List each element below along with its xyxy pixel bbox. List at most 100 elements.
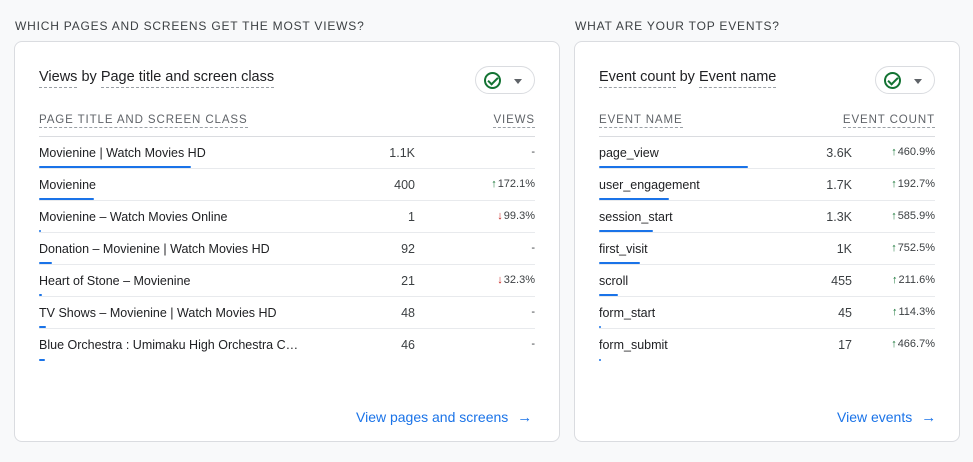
pages-row-change-value: - (531, 338, 535, 350)
pages-row-change: - (531, 242, 535, 254)
events-row-bar (599, 166, 748, 168)
pages-row-name: Blue Orchestra : Umimaku High Orchestra … (39, 338, 299, 352)
events-row-change: ↑466.7% (891, 338, 935, 350)
events-table-row[interactable]: scroll 455 ↑211.6% (599, 265, 935, 297)
events-row-change-value: 211.6% (898, 274, 936, 286)
arrow-down-icon: ↓ (497, 274, 503, 286)
pages-row-value: 48 (401, 306, 415, 320)
pages-row-name: Movienine | Watch Movies HD (39, 146, 206, 160)
arrow-up-icon: ↑ (891, 210, 897, 222)
events-row-value: 1K (836, 242, 852, 256)
events-row-change: ↑192.7% (891, 178, 935, 190)
pages-row-bar (39, 262, 52, 264)
events-status-dropdown[interactable] (875, 66, 935, 94)
pages-row-change: - (531, 146, 535, 158)
events-row-name: scroll (599, 274, 629, 288)
caret-down-icon (914, 79, 922, 84)
events-row-change: ↑460.9% (891, 146, 935, 158)
pages-row-value: 21 (401, 274, 415, 288)
pages-col-name[interactable]: PAGE TITLE AND SCREEN CLASS (39, 114, 248, 128)
events-row-change: ↑585.9% (891, 210, 935, 222)
arrow-up-icon: ↑ (891, 242, 897, 254)
events-dimension-label[interactable]: Event name (698, 69, 777, 88)
pages-row-value: 46 (401, 338, 415, 352)
pages-row-change: ↓32.3% (497, 274, 535, 286)
arrow-right-icon: → (921, 409, 937, 426)
pages-row-name: TV Shows – Movienine | Watch Movies HD (39, 306, 277, 320)
arrow-up-icon: ↑ (892, 306, 898, 318)
pages-table-row[interactable]: TV Shows – Movienine | Watch Movies HD 48… (39, 297, 535, 329)
events-table-header: EVENT NAME EVENT COUNT (599, 112, 935, 137)
pages-row-bar (39, 230, 41, 232)
events-card-title: Event count by Event name (599, 69, 777, 88)
pages-section-heading: WHICH PAGES AND SCREENS GET THE MOST VIE… (15, 19, 365, 33)
events-table-row[interactable]: session_start 1.3K ↑585.9% (599, 201, 935, 233)
pages-row-change-value: 32.3% (503, 274, 535, 286)
events-row-value: 1.7K (826, 178, 852, 192)
events-table-row[interactable]: page_view 3.6K ↑460.9% (599, 137, 935, 169)
pages-row-bar (39, 294, 42, 296)
events-table-row[interactable]: user_engagement 1.7K ↑192.7% (599, 169, 935, 201)
events-row-name: form_start (599, 306, 656, 320)
events-row-change-value: 114.3% (898, 306, 936, 318)
pages-row-change-value: - (531, 146, 535, 158)
pages-card: Views by Page title and screen class PAG… (14, 41, 560, 442)
pages-row-bar (39, 359, 45, 361)
events-by-label: by (679, 69, 695, 85)
pages-row-change-value: - (531, 242, 535, 254)
events-row-name: form_submit (599, 338, 668, 352)
view-pages-label: View pages and screens (356, 409, 509, 425)
pages-table-row[interactable]: Movienine – Watch Movies Online 1 ↓99.3% (39, 201, 535, 233)
events-row-bar (599, 262, 640, 264)
events-row-value: 3.6K (826, 146, 852, 160)
events-col-value[interactable]: EVENT COUNT (842, 114, 935, 128)
view-pages-link[interactable]: View pages and screens → (356, 409, 532, 426)
arrow-down-icon: ↓ (497, 210, 503, 222)
view-events-label: View events (837, 409, 913, 425)
events-table-row[interactable]: first_visit 1K ↑752.5% (599, 233, 935, 265)
events-row-bar (599, 294, 618, 296)
pages-row-change-value: 99.3% (503, 210, 535, 222)
arrow-right-icon: → (517, 409, 533, 426)
pages-metric-label[interactable]: Views (39, 69, 78, 88)
events-section-heading: WHAT ARE YOUR TOP EVENTS? (575, 19, 780, 33)
pages-row-value: 92 (401, 242, 415, 256)
pages-table-row[interactable]: Heart of Stone – Movienine 21 ↓32.3% (39, 265, 535, 297)
arrow-up-icon: ↑ (891, 178, 897, 190)
arrow-up-icon: ↑ (491, 178, 497, 190)
events-row-bar (599, 198, 669, 200)
pages-table-header: PAGE TITLE AND SCREEN CLASS VIEWS (39, 112, 535, 137)
events-table: EVENT NAME EVENT COUNT page_view 3.6K ↑460… (599, 112, 935, 361)
events-col-name[interactable]: EVENT NAME (599, 114, 683, 128)
pages-row-bar (39, 198, 94, 200)
pages-table-row[interactable]: Blue Orchestra : Umimaku High Orchestra … (39, 329, 535, 361)
events-row-value: 455 (831, 274, 852, 288)
pages-row-value: 1 (408, 210, 415, 224)
arrow-up-icon: ↑ (891, 338, 897, 350)
pages-status-dropdown[interactable] (475, 66, 535, 94)
events-row-change: ↑114.3% (892, 306, 935, 318)
events-table-row[interactable]: form_submit 17 ↑466.7% (599, 329, 935, 361)
events-row-change: ↑752.5% (891, 242, 935, 254)
events-row-name: user_engagement (599, 178, 700, 192)
pages-table-row[interactable]: Donation – Movienine | Watch Movies HD 92… (39, 233, 535, 265)
pages-row-value: 1.1K (389, 146, 415, 160)
events-table-row[interactable]: form_start 45 ↑114.3% (599, 297, 935, 329)
events-row-name: session_start (599, 210, 673, 224)
view-events-link[interactable]: View events → (837, 409, 936, 426)
pages-row-name: Donation – Movienine | Watch Movies HD (39, 242, 270, 256)
pages-row-change: - (531, 306, 535, 318)
events-metric-label[interactable]: Event count (599, 69, 676, 88)
pages-row-change-value: - (531, 306, 535, 318)
pages-table-row[interactable]: Movienine | Watch Movies HD 1.1K - (39, 137, 535, 169)
events-row-bar (599, 230, 653, 232)
pages-dimension-label[interactable]: Page title and screen class (100, 69, 275, 88)
pages-table-body: Movienine | Watch Movies HD 1.1K - Movienin… (39, 137, 535, 361)
events-card: Event count by Event name EVENT NAME EVE… (574, 41, 960, 442)
pages-row-name: Movienine – Watch Movies Online (39, 210, 228, 224)
pages-col-value[interactable]: VIEWS (493, 114, 535, 128)
events-row-value: 1.3K (826, 210, 852, 224)
pages-row-change: ↓99.3% (497, 210, 535, 222)
pages-table-row[interactable]: Movienine 400 ↑172.1% (39, 169, 535, 201)
events-row-name: first_visit (599, 242, 648, 256)
